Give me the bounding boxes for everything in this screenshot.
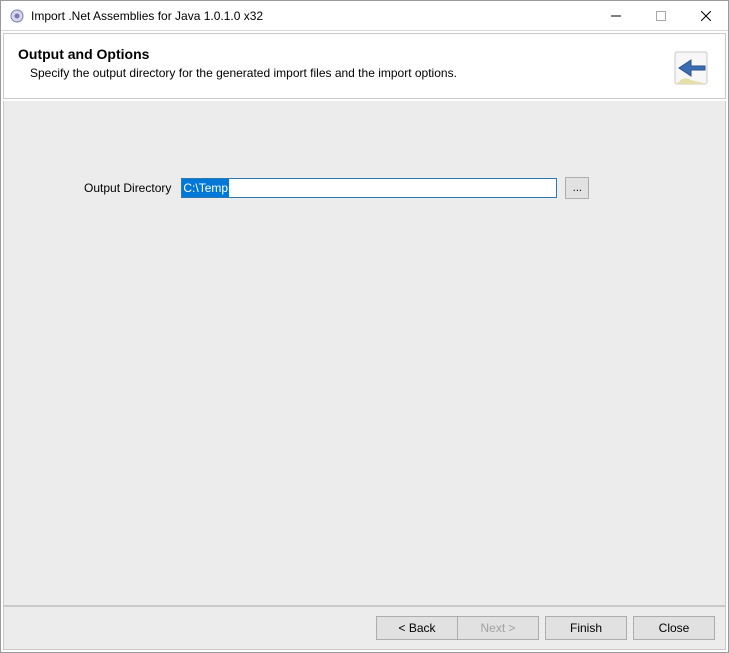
window-title: Import .Net Assemblies for Java 1.0.1.0 … [31,9,593,23]
import-arrow-icon [673,46,711,86]
page-description: Specify the output directory for the gen… [18,66,663,80]
maximize-button [638,1,683,30]
output-directory-row: Output Directory C:\Temp ... [84,177,589,199]
output-directory-input[interactable]: C:\Temp [181,178,557,198]
finish-button[interactable]: Finish [545,616,627,640]
wizard-window: Import .Net Assemblies for Java 1.0.1.0 … [0,0,729,653]
window-controls [593,1,728,30]
nav-button-pair: < Back Next > [376,616,539,640]
browse-button[interactable]: ... [565,177,589,199]
button-group: < Back Next > Finish Close [376,616,715,640]
output-directory-value: C:\Temp [182,179,229,197]
next-button: Next > [457,616,539,640]
wizard-header: Output and Options Specify the output di… [3,33,726,99]
back-button[interactable]: < Back [376,616,458,640]
header-text-block: Output and Options Specify the output di… [18,46,663,80]
titlebar: Import .Net Assemblies for Java 1.0.1.0 … [1,1,728,31]
close-window-button[interactable] [683,1,728,30]
app-icon [9,8,25,24]
minimize-button[interactable] [593,1,638,30]
page-title: Output and Options [18,46,663,62]
wizard-footer: < Back Next > Finish Close [3,606,726,650]
output-directory-label: Output Directory [84,181,171,195]
close-button[interactable]: Close [633,616,715,640]
wizard-content: Output Directory C:\Temp ... [3,101,726,606]
